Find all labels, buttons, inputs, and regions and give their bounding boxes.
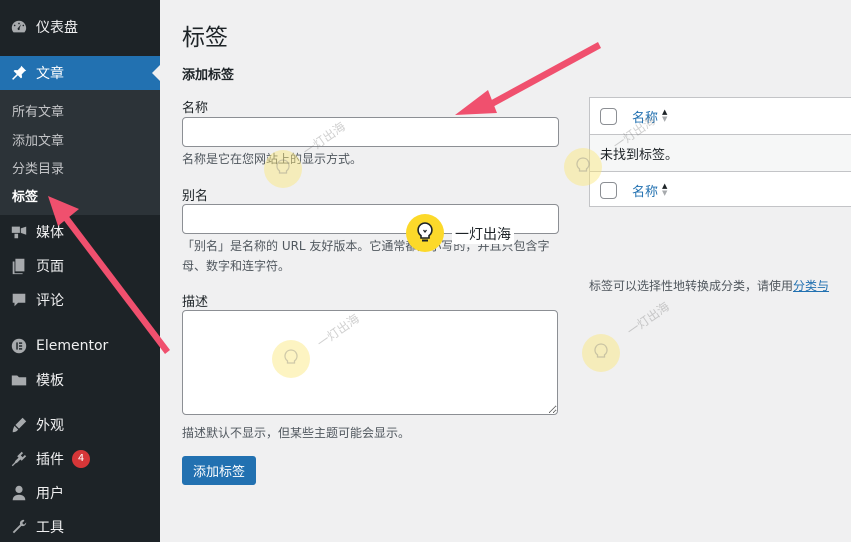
- sidebar-item-pages[interactable]: 页面: [0, 249, 160, 283]
- sidebar-item-tools[interactable]: 工具: [0, 510, 160, 542]
- watermark-bulb-icon: [564, 148, 602, 186]
- tag-convert-note: 标签可以选择性地转换成分类，请使用分类与: [589, 277, 829, 294]
- sidebar-item-label: 外观: [36, 418, 64, 434]
- admin-sidebar: 仪表盘 文章 所有文章 添加文章 分类目录 标签 媒体 页面 评论 Elemen…: [0, 0, 160, 542]
- watermark-logo-text: 一灯出海: [452, 224, 514, 244]
- sidebar-item-label: 媒体: [36, 225, 64, 241]
- pin-icon: [9, 63, 29, 83]
- sort-arrows-icon: ▲ ▼: [662, 182, 668, 197]
- sidebar-item-appearance[interactable]: 外观: [0, 408, 160, 442]
- submenu-tags[interactable]: 标签: [12, 186, 38, 205]
- add-tag-button[interactable]: 添加标签: [182, 456, 256, 485]
- name-description: 名称是它在您网站上的显示方式。: [182, 152, 363, 166]
- media-icon: [9, 222, 29, 242]
- sidebar-item-label: Elementor: [36, 338, 109, 354]
- user-icon: [9, 483, 29, 503]
- watermark-bulb-icon: [272, 340, 310, 378]
- folder-icon: [9, 370, 29, 390]
- empty-message: 未找到标签。: [600, 147, 679, 163]
- page-icon: [9, 256, 29, 276]
- sidebar-item-media[interactable]: 媒体: [0, 215, 160, 249]
- categories-converter-link[interactable]: 分类与: [793, 279, 829, 293]
- watermark-logo-bulb-icon: [406, 214, 444, 252]
- watermark-text: 一灯出海: [624, 299, 672, 339]
- description-hint: 描述默认不显示，但某些主题可能会显示。: [182, 426, 411, 440]
- sidebar-item-label: 评论: [36, 293, 64, 309]
- select-all-checkbox[interactable]: [600, 107, 617, 125]
- submenu-add-post[interactable]: 添加文章: [12, 130, 64, 149]
- arrow-to-name-input: [455, 42, 601, 115]
- tags-table: 名称 ▲ ▼ 未找到标签。 名称 ▲ ▼: [589, 97, 851, 207]
- sidebar-item-users[interactable]: 用户: [0, 476, 160, 510]
- slug-label: 别名: [182, 189, 209, 204]
- sidebar-item-label: 页面: [36, 259, 64, 275]
- convert-note-text: 标签可以选择性地转换成分类，请使用: [589, 279, 794, 293]
- sidebar-item-elementor[interactable]: Elementor: [0, 329, 160, 363]
- sidebar-item-templates[interactable]: 模板: [0, 363, 160, 397]
- name-column-sort-link-footer[interactable]: 名称: [632, 181, 658, 200]
- table-footer-row: 名称 ▲ ▼: [590, 171, 851, 208]
- submenu-categories[interactable]: 分类目录: [12, 158, 64, 177]
- sidebar-item-comments[interactable]: 评论: [0, 283, 160, 317]
- name-label: 名称: [182, 101, 209, 116]
- watermark-bulb-icon: [582, 334, 620, 372]
- sidebar-item-label: 用户: [36, 486, 64, 502]
- description-label: 描述: [182, 295, 209, 310]
- sidebar-item-label: 文章: [36, 66, 64, 82]
- sidebar-item-label: 工具: [36, 520, 64, 536]
- posts-submenu: 所有文章 添加文章 分类目录 标签: [0, 90, 160, 215]
- wrench-icon: [9, 517, 29, 537]
- tag-description-textarea[interactable]: [182, 310, 558, 415]
- elementor-icon: [9, 336, 29, 356]
- sidebar-item-label: 仪表盘: [36, 20, 78, 36]
- comment-icon: [9, 290, 29, 310]
- sidebar-item-posts[interactable]: 文章: [0, 56, 160, 90]
- sidebar-item-label: 模板: [36, 373, 64, 389]
- submenu-all-posts[interactable]: 所有文章: [12, 101, 64, 120]
- sidebar-item-plugins[interactable]: 插件 4: [0, 442, 160, 476]
- sidebar-item-dashboard[interactable]: 仪表盘: [0, 10, 160, 44]
- select-all-checkbox-footer[interactable]: [600, 181, 617, 199]
- watermark-bulb-icon: [264, 150, 302, 188]
- plugin-update-badge: 4: [72, 450, 90, 468]
- tag-name-input[interactable]: [182, 117, 559, 147]
- sort-arrows-icon: ▲ ▼: [662, 108, 668, 123]
- plugin-icon: [9, 449, 29, 469]
- brush-icon: [9, 415, 29, 435]
- page-title: 标签: [182, 25, 228, 51]
- add-tag-heading: 添加标签: [182, 68, 235, 83]
- dashboard-icon: [9, 17, 29, 37]
- sidebar-item-label: 插件: [36, 452, 64, 468]
